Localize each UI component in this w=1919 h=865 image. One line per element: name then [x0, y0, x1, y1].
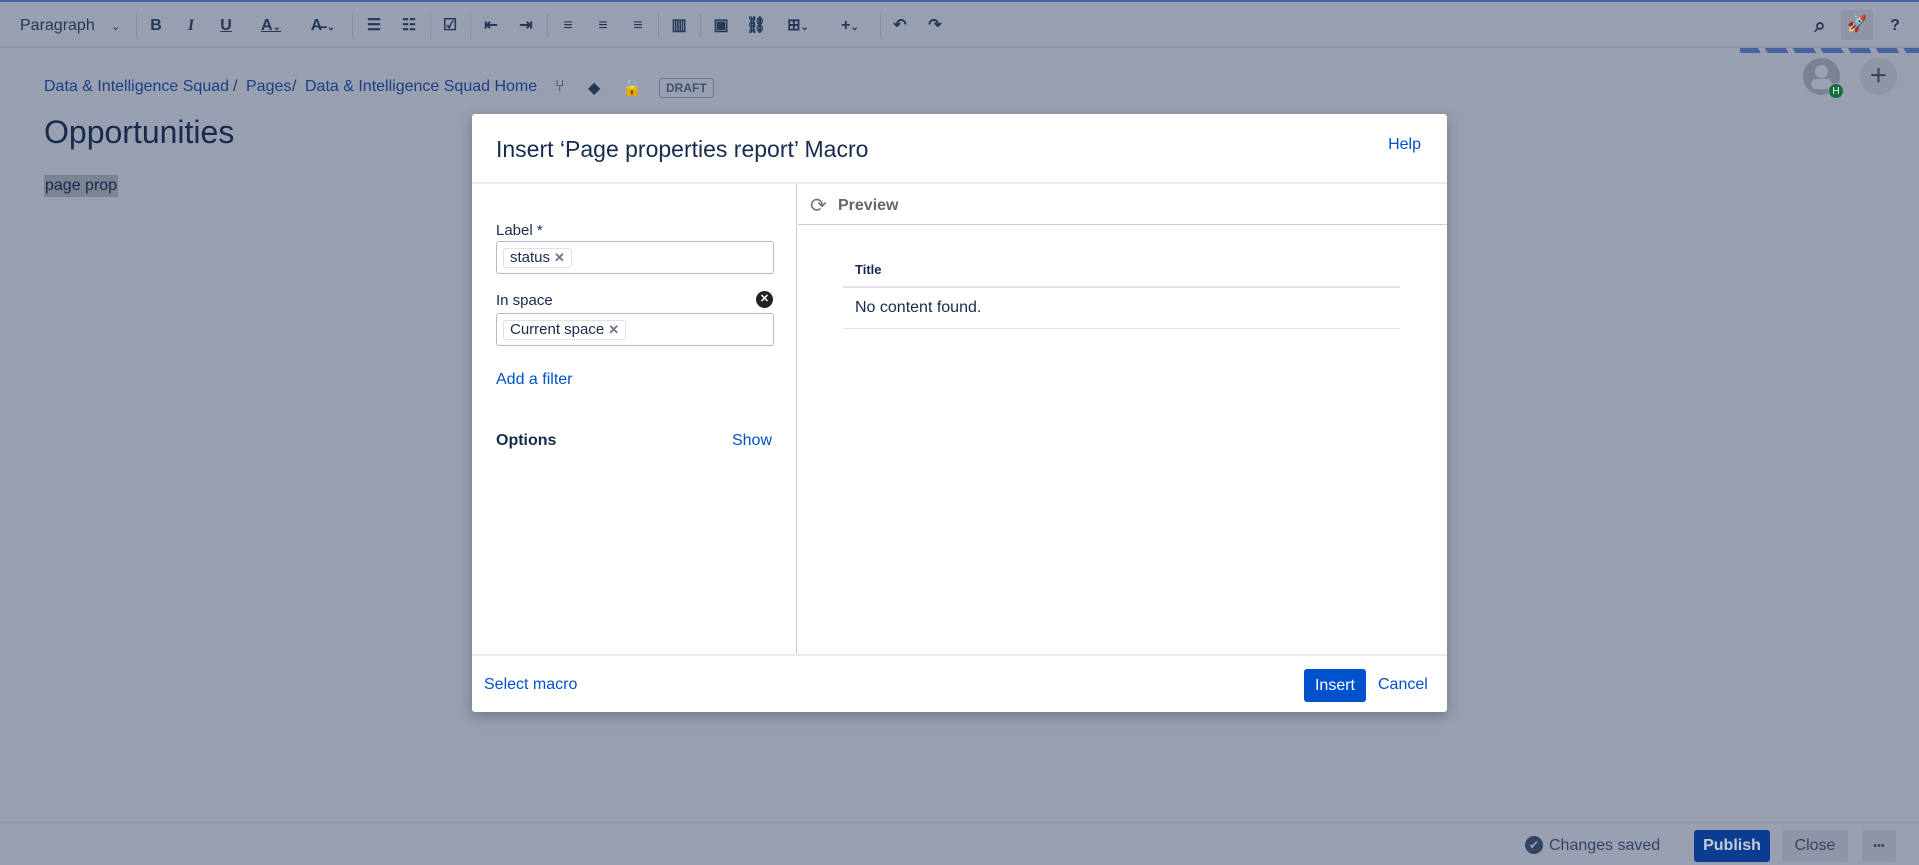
align-left-icon[interactable]: ≡ — [558, 15, 578, 37]
show-options-link[interactable]: Show — [732, 432, 772, 450]
column-header-title: Title — [843, 260, 1400, 288]
refresh-icon[interactable]: ⟳ — [810, 193, 827, 218]
page-title[interactable]: Opportunities — [44, 114, 234, 151]
decorative-stripe — [1740, 48, 1919, 53]
label-tag-icon[interactable]: ◆ — [588, 78, 600, 98]
label-field-label: Label * — [496, 222, 543, 239]
image-icon[interactable]: ▣ — [711, 15, 731, 37]
italic-button[interactable]: I — [181, 15, 201, 37]
space-field-label: In space — [496, 292, 553, 309]
options-heading: Options — [496, 432, 557, 449]
redo-icon[interactable]: ↷ — [925, 15, 945, 37]
save-status: Changes saved — [1549, 837, 1661, 854]
macro-parameters-panel: Label * status ✕ In space ✕ Current space… — [472, 184, 797, 654]
help-icon[interactable]: ? — [1885, 15, 1905, 37]
remove-tag-icon[interactable]: ✕ — [608, 322, 619, 337]
add-filter-link[interactable]: Add a filter — [496, 371, 572, 389]
cancel-link[interactable]: Cancel — [1378, 676, 1428, 694]
clear-field-icon[interactable]: ✕ — [756, 291, 773, 308]
numbered-list-icon[interactable]: ☷ — [399, 15, 419, 37]
space-tag: Current space ✕ — [503, 320, 627, 340]
editor-toolbar: Paragraph ⌄ B I U A⌄ A̶ ⌄ ☰ ☷ ☑ ⇤ ⇥ ≡ ≡ … — [0, 2, 1919, 48]
outdent-icon[interactable]: ⇤ — [481, 15, 501, 37]
more-options-button[interactable]: ••• — [1862, 830, 1896, 862]
label-tag: status ✕ — [503, 248, 572, 268]
footer-divider — [0, 822, 1919, 823]
space-input[interactable]: Current space ✕ — [496, 313, 774, 346]
breadcrumb-space[interactable]: Data & Intelligence Squad — [44, 78, 229, 96]
text-color-icon: A — [261, 17, 273, 34]
empty-message: No content found. — [843, 288, 1400, 329]
check-circle-icon: ✔ — [1525, 836, 1543, 854]
select-macro-link[interactable]: Select macro — [484, 676, 577, 694]
dialog-title: Insert ‘Page properties report’ Macro — [496, 136, 869, 162]
bullet-list-icon[interactable]: ☰ — [364, 15, 384, 37]
unlock-icon[interactable]: 🔓 — [622, 78, 642, 98]
help-link[interactable]: Help — [1388, 136, 1421, 154]
status-badge: DRAFT — [659, 78, 714, 98]
text-color-button[interactable]: A⌄ — [256, 15, 286, 37]
close-button[interactable]: Close — [1782, 830, 1848, 862]
macro-dialog: Insert ‘Page properties report’ Macro He… — [472, 114, 1447, 712]
breadcrumb-pages[interactable]: Pages — [246, 78, 291, 96]
insert-button[interactable]: Insert — [1304, 669, 1366, 702]
undo-icon[interactable]: ↶ — [890, 15, 910, 37]
page-tree-icon[interactable]: ⑂ — [555, 78, 565, 96]
paragraph-label: Paragraph — [20, 17, 95, 34]
insert-more-icon[interactable]: +⌄ — [832, 15, 868, 37]
link-icon[interactable]: ⛓ — [746, 15, 766, 37]
avatar-badge: H — [1828, 83, 1844, 99]
indent-icon[interactable]: ⇥ — [516, 15, 536, 37]
breadcrumb-separator: / — [292, 78, 297, 95]
breadcrumb-home[interactable]: Data & Intelligence Squad Home — [305, 78, 537, 96]
underline-button[interactable]: U — [216, 15, 236, 37]
tag-text: Current space — [510, 321, 605, 338]
publish-button[interactable]: Publish — [1694, 830, 1770, 862]
avatar[interactable]: H — [1803, 58, 1844, 99]
page-content-text[interactable]: page prop — [44, 175, 119, 197]
preview-table: Title No content found. — [843, 260, 1400, 329]
align-center-icon[interactable]: ≡ — [593, 15, 613, 37]
paragraph-style-dropdown[interactable]: Paragraph ⌄ — [20, 15, 130, 37]
rocket-icon[interactable]: 🚀 — [1841, 10, 1873, 40]
task-checkbox-icon[interactable]: ☑ — [440, 15, 460, 37]
text-format-icon[interactable]: A̶ ⌄ — [305, 15, 341, 37]
preview-header: ⟳ Preview — [798, 184, 1447, 225]
preview-title: Preview — [838, 197, 899, 214]
align-right-icon[interactable]: ≡ — [628, 15, 648, 37]
layout-icon[interactable]: ▥ — [668, 15, 690, 37]
dialog-footer: Select macro Insert Cancel — [472, 654, 1447, 712]
search-icon[interactable]: ⌕ — [1810, 15, 1830, 37]
remove-tag-icon[interactable]: ✕ — [554, 250, 565, 265]
breadcrumb-separator: / — [233, 78, 238, 95]
label-input[interactable]: status ✕ — [496, 241, 774, 274]
invite-plus-button[interactable]: + — [1860, 58, 1897, 95]
table-icon[interactable]: ⊞⌄ — [780, 15, 816, 37]
dialog-header: Insert ‘Page properties report’ Macro He… — [472, 114, 1447, 184]
tag-text: status — [510, 249, 551, 266]
bold-button[interactable]: B — [146, 15, 166, 37]
